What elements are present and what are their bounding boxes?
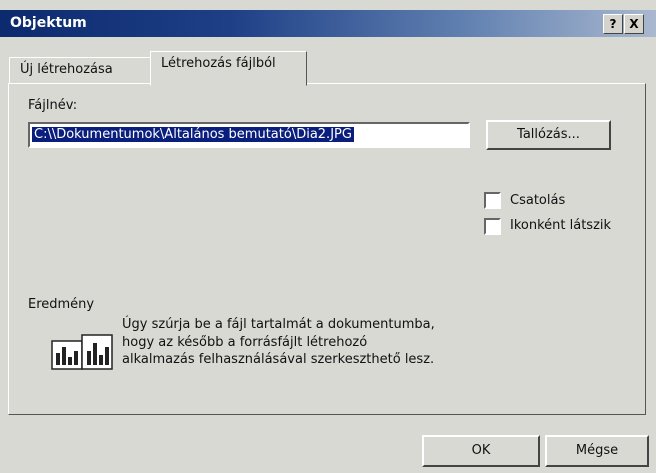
dialog-title: Objektum [10,15,87,31]
display-as-icon-label: Ikonként látszik [510,218,612,233]
filename-label: Fájlnév: [28,98,78,113]
link-checkbox-label: Csatolás [510,193,566,208]
title-bar: Objektum ? X [0,10,656,37]
result-text-2: hogy az később a forrásfájlt létrehozó [122,335,368,350]
ok-button[interactable]: OK [422,435,540,467]
help-button[interactable]: ? [603,14,623,34]
filename-value: C:\\Dokumentumok\Általános bemutató\Dia2… [32,127,354,142]
tab-new-label: Új létrehozása [20,62,113,77]
cancel-button-label: Mégse [575,443,619,458]
tab-from-file[interactable]: Létrehozás fájlból [150,51,307,86]
display-as-icon-checkbox[interactable] [484,218,501,235]
result-text-1: Úgy szúrja be a fájl tartalmát a dokumen… [122,317,435,332]
object-dialog: Objektum ? X Új létrehozása Létrehozás f… [0,0,656,473]
browse-button[interactable]: Tallózás... [486,120,611,150]
result-text-3: alkalmazás felhasználásával szerkeszthet… [122,352,435,367]
result-label: Eredmény [28,297,95,312]
link-checkbox[interactable] [484,192,501,209]
cancel-button[interactable]: Mégse [545,435,649,467]
embedded-object-icon [51,334,113,370]
tab-from-file-label: Létrehozás fájlból [161,56,276,71]
ok-button-label: OK [471,443,491,458]
close-button[interactable]: X [624,14,644,34]
browse-button-label: Tallózás... [517,127,580,142]
tab-new[interactable]: Új létrehozása [9,57,155,84]
filename-input[interactable]: C:\\Dokumentumok\Általános bemutató\Dia2… [28,122,470,148]
